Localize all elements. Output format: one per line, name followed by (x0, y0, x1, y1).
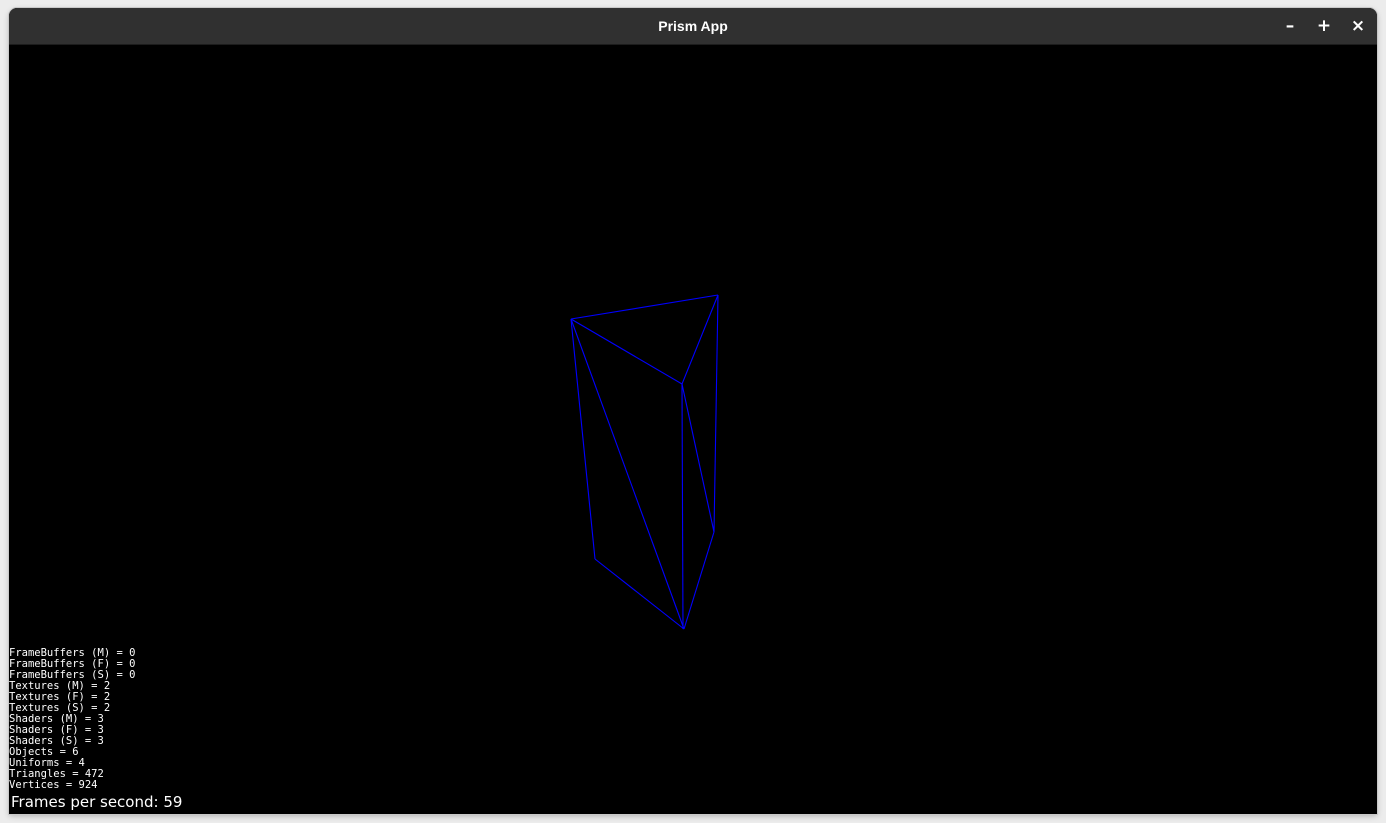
prism-wireframe (570, 294, 719, 630)
mesh-edge (570, 294, 719, 320)
maximize-button[interactable]: + (1312, 14, 1336, 38)
mesh-edge (681, 383, 715, 533)
render-stats: FrameBuffers (M) = 0 FrameBuffers (F) = 0… (9, 648, 135, 791)
title-bar[interactable]: Prism App – + × (9, 8, 1377, 45)
mesh-edge (570, 318, 685, 630)
window-title: Prism App (658, 18, 728, 34)
mesh-edge (681, 383, 684, 630)
close-button[interactable]: × (1346, 14, 1370, 38)
mesh-edge (570, 318, 683, 385)
render-viewport[interactable]: FrameBuffers (M) = 0 FrameBuffers (F) = 0… (9, 45, 1377, 814)
stat-line: Vertices = 924 (9, 779, 98, 791)
app-window: Prism App – + × FrameBuffers (M) = 0 Fram… (9, 8, 1377, 814)
minimize-button[interactable]: – (1278, 14, 1302, 38)
mesh-edge (594, 558, 685, 630)
mesh-edge (570, 318, 596, 560)
fps-counter: Frames per second: 59 (11, 793, 183, 811)
mesh-edge (683, 531, 715, 630)
mesh-edge (681, 294, 719, 385)
mesh-edge (713, 294, 719, 533)
